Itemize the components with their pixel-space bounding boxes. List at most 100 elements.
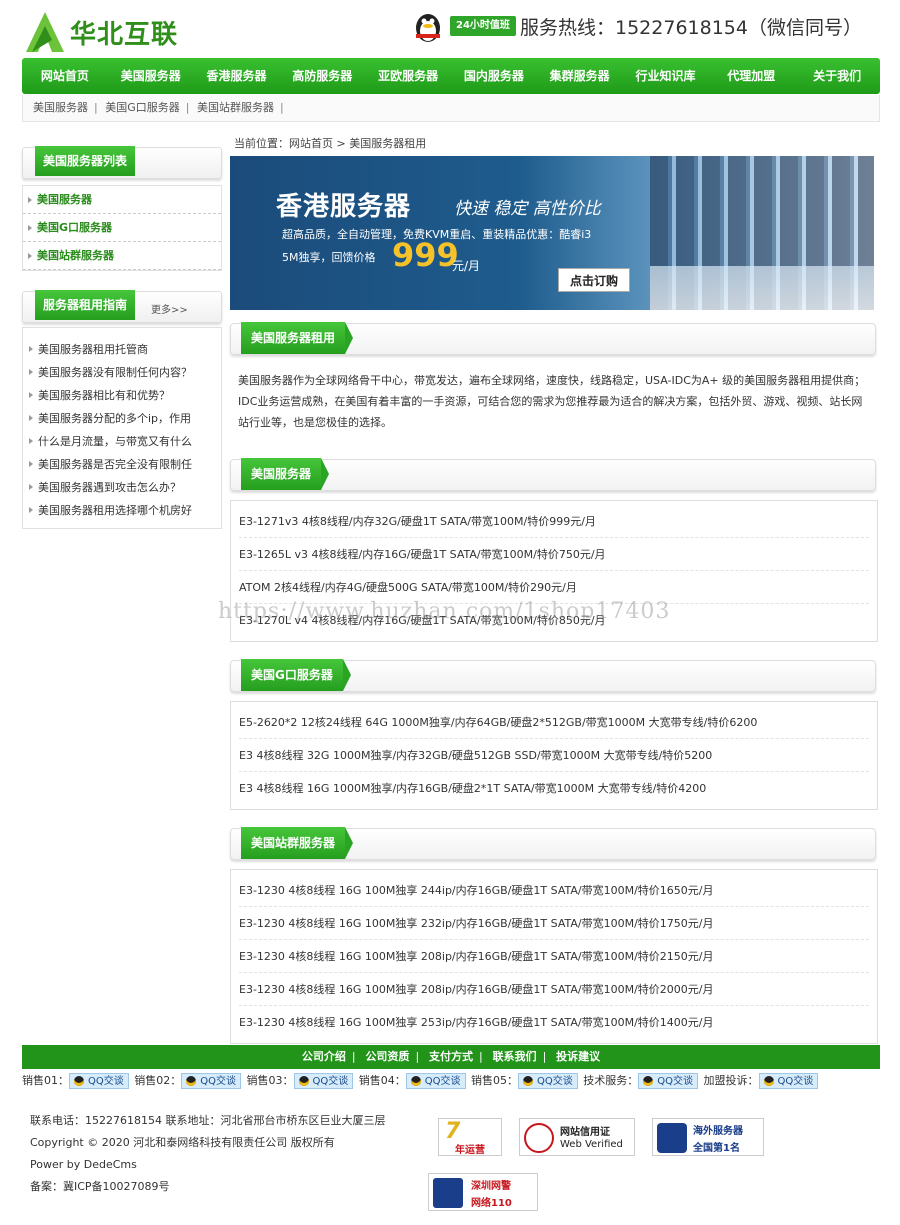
guide-item[interactable]: 美国服务器租用托管商 <box>23 338 221 361</box>
list-item[interactable]: E3-1230 4核8线程 16G 100M独享 208ip/内存16GB/硬盘… <box>239 973 869 1006</box>
sidebar-guide-title-text: 服务器租用指南 <box>35 290 136 320</box>
qq-chat-button[interactable]: QQ交谈 <box>293 1073 354 1089</box>
nav-us-server[interactable]: 美国服务器 <box>108 58 194 94</box>
hotline-text: 服务热线：15227618154（微信同号） <box>520 17 862 39</box>
section-title-us-server: 美国服务器 <box>230 458 876 491</box>
nav-home[interactable]: 网站首页 <box>22 58 108 94</box>
section-title-us-cluster-server: 美国站群服务器 <box>230 827 876 860</box>
section-title-text: 美国G口服务器 <box>241 659 351 691</box>
footer-separator: | <box>351 1050 356 1063</box>
banner-title: 香港服务器 <box>276 192 412 222</box>
qq-chat-button[interactable]: QQ交谈 <box>518 1073 578 1089</box>
section-title-text: 美国服务器租用 <box>241 322 354 354</box>
nav-domestic-server[interactable]: 国内服务器 <box>451 58 537 94</box>
guide-item[interactable]: 美国服务器没有限制任何内容？ <box>23 361 221 384</box>
breadcrumb: 当前位置：网站首页 > 美国服务器租用 <box>234 137 427 150</box>
seal-text: Web Verified <box>560 1139 623 1150</box>
main-content: 当前位置：网站首页 > 美国服务器租用 香港服务器 快速 稳定 高性价比 超高品… <box>230 136 878 1044</box>
us-cluster-server-list: E3-1230 4核8线程 16G 100M独享 244ip/内存16GB/硬盘… <box>230 869 878 1044</box>
qq-contact-label: 加盟投诉： <box>703 1074 759 1087</box>
overseas-server-seal[interactable]: 海外服务器 全国第1名 <box>652 1118 764 1156</box>
seal-text: 全国第1名 <box>693 1143 740 1154</box>
sidebar-item-us-cluster-server[interactable]: 美国站群服务器 <box>23 242 221 270</box>
nav-cluster-server[interactable]: 集群服务器 <box>537 58 623 94</box>
cyber-police-seal[interactable]: 深圳网警 网络110 <box>428 1173 538 1211</box>
logo-mark-icon <box>26 12 64 52</box>
footer-separator: | <box>415 1050 420 1063</box>
qq-contact-sales02: 销售02： QQ交谈 <box>134 1072 241 1089</box>
seal-text: 网络110 <box>471 1198 512 1209</box>
list-item[interactable]: E3 4核8线程 32G 1000M独享/内存32GB/硬盘512GB SSD/… <box>239 739 869 772</box>
footer-link-payment[interactable]: 支付方式 <box>429 1050 473 1063</box>
footer-link-company[interactable]: 公司介绍 <box>302 1050 346 1063</box>
promo-banner[interactable]: 香港服务器 快速 稳定 高性价比 超高品质，全自动管理，免费KVM重启、重装精品… <box>230 156 874 310</box>
list-item[interactable]: E3-1271v3 4核8线程/内存32G/硬盘1T SATA/带宽100M/特… <box>239 505 869 538</box>
qq-chat-button[interactable]: QQ交谈 <box>638 1073 698 1089</box>
watermark: https://www.huzhan.com/1shop17403 <box>218 599 671 624</box>
web-verified-seal[interactable]: 网站信用证 Web Verified <box>519 1118 635 1156</box>
list-item[interactable]: E3-1265L v3 4核8线程/内存16G/硬盘1T SATA/带宽100M… <box>239 538 869 571</box>
list-item[interactable]: E3-1230 4核8线程 16G 100M独享 253ip/内存16GB/硬盘… <box>239 1006 869 1039</box>
list-item[interactable]: E3-1230 4核8线程 16G 100M独享 244ip/内存16GB/硬盘… <box>239 874 869 907</box>
sidebar: 美国服务器列表 美国服务器 美国G口服务器 美国站群服务器 服务器租用指南 更多… <box>22 146 222 529</box>
qq-chat-button[interactable]: QQ交谈 <box>69 1073 129 1089</box>
guide-item[interactable]: 什么是月流量，与带宽又有什么 <box>23 430 221 453</box>
list-item[interactable]: E3-1230 4核8线程 16G 100M独享 208ip/内存16GB/硬盘… <box>239 940 869 973</box>
subnav-us-g-server[interactable]: 美国G口服务器 <box>105 101 180 114</box>
order-now-button[interactable]: 点击订购 <box>558 268 630 292</box>
operation-years-seal[interactable]: 年运营 7 <box>438 1118 502 1156</box>
guide-item[interactable]: 美国服务器是否完全没有限制任 <box>23 453 221 476</box>
nav-ddos-server[interactable]: 高防服务器 <box>279 58 365 94</box>
footer-info: 联系电话：15227618154 联系地址：河北省邢台市桥东区巨业大厦三层 Co… <box>30 1110 385 1198</box>
logo-text: 华北互联 <box>70 20 179 50</box>
footer-link-qualification[interactable]: 公司资质 <box>365 1050 409 1063</box>
guide-item[interactable]: 美国服务器分配的多个ip，作用 <box>23 407 221 430</box>
subnav-us-cluster-server[interactable]: 美国站群服务器 <box>197 101 274 114</box>
nav-agent[interactable]: 代理加盟 <box>708 58 794 94</box>
guide-more-link[interactable]: 更多>> <box>151 301 188 316</box>
sub-nav: 美国服务器 | 美国G口服务器 | 美国站群服务器 | <box>22 95 880 122</box>
nav-hk-server[interactable]: 香港服务器 <box>194 58 280 94</box>
nav-asia-eu-server[interactable]: 亚欧服务器 <box>365 58 451 94</box>
footer-contact-line: 联系电话：15227618154 联系地址：河北省邢台市桥东区巨业大厦三层 <box>30 1114 386 1127</box>
seal-text: 深圳网警 <box>471 1181 511 1192</box>
guide-item[interactable]: 美国服务器遇到攻击怎么办？ <box>23 476 221 499</box>
qq-contact-label: 销售02： <box>134 1074 182 1087</box>
list-item[interactable]: E3 4核8线程 16G 1000M独享/内存16GB/硬盘2*1T SATA/… <box>239 772 869 805</box>
seal-number-mark-icon: 7 <box>445 1119 461 1144</box>
site-logo[interactable]: 华北互联 <box>22 8 207 56</box>
footer-link-contact[interactable]: 联系我们 <box>493 1050 537 1063</box>
sidebar-guide-title: 服务器租用指南 更多>> <box>22 290 222 323</box>
nav-knowledge[interactable]: 行业知识库 <box>623 58 709 94</box>
qq-chat-button[interactable]: QQ交谈 <box>181 1073 241 1089</box>
sidebar-item-us-server[interactable]: 美国服务器 <box>23 186 221 214</box>
qq-contact-label: 销售05： <box>471 1074 518 1087</box>
qq-contact-tech: 技术服务： QQ交谈 <box>583 1072 698 1089</box>
footer-icp: 备案：冀ICP备10027089号 <box>30 1180 170 1193</box>
header: 华北互联 24小时值班 服务热线：15227618154（微信同号） <box>0 0 900 58</box>
list-item[interactable]: E5-2620*2 12核24线程 64G 1000M独享/内存64GB/硬盘2… <box>239 706 869 739</box>
qq-chat-button[interactable]: QQ交谈 <box>758 1073 819 1089</box>
guide-item[interactable]: 美国服务器相比有和优势？ <box>23 384 221 407</box>
banner-slogan: 快速 稳定 高性价比 <box>454 199 601 219</box>
sidebar-item-us-g-server[interactable]: 美国G口服务器 <box>23 214 221 242</box>
banner-price-unit: 元/月 <box>452 259 481 273</box>
subnav-separator: | <box>279 101 284 114</box>
qq-chat-button[interactable]: QQ交谈 <box>405 1073 466 1089</box>
qq-contact-sales04: 销售04： QQ交谈 <box>359 1072 466 1089</box>
footer-link-complaint[interactable]: 投诉建议 <box>556 1050 600 1063</box>
idc-shield-icon <box>657 1123 687 1153</box>
section-title-intro: 美国服务器租用 <box>230 322 876 355</box>
subnav-us-server[interactable]: 美国服务器 <box>33 101 88 114</box>
banner-price: 999 <box>392 236 459 274</box>
guide-item[interactable]: 美国服务器租用选择哪个机房好 <box>23 499 221 522</box>
section-title-text: 美国站群服务器 <box>241 827 354 859</box>
nav-about[interactable]: 关于我们 <box>794 58 880 94</box>
police-badge-icon <box>433 1178 463 1208</box>
qq-contact-label: 销售01： <box>22 1074 69 1087</box>
list-item[interactable]: E3-1230 4核8线程 16G 100M独享 232ip/内存16GB/硬盘… <box>239 907 869 940</box>
footer-separator: | <box>542 1050 547 1063</box>
qq-contact-sales01: 销售01： QQ交谈 <box>22 1072 129 1089</box>
main-nav: 网站首页 美国服务器 香港服务器 高防服务器 亚欧服务器 国内服务器 集群服务器… <box>22 58 880 94</box>
qq-contact-sales03: 销售03： QQ交谈 <box>247 1072 354 1089</box>
